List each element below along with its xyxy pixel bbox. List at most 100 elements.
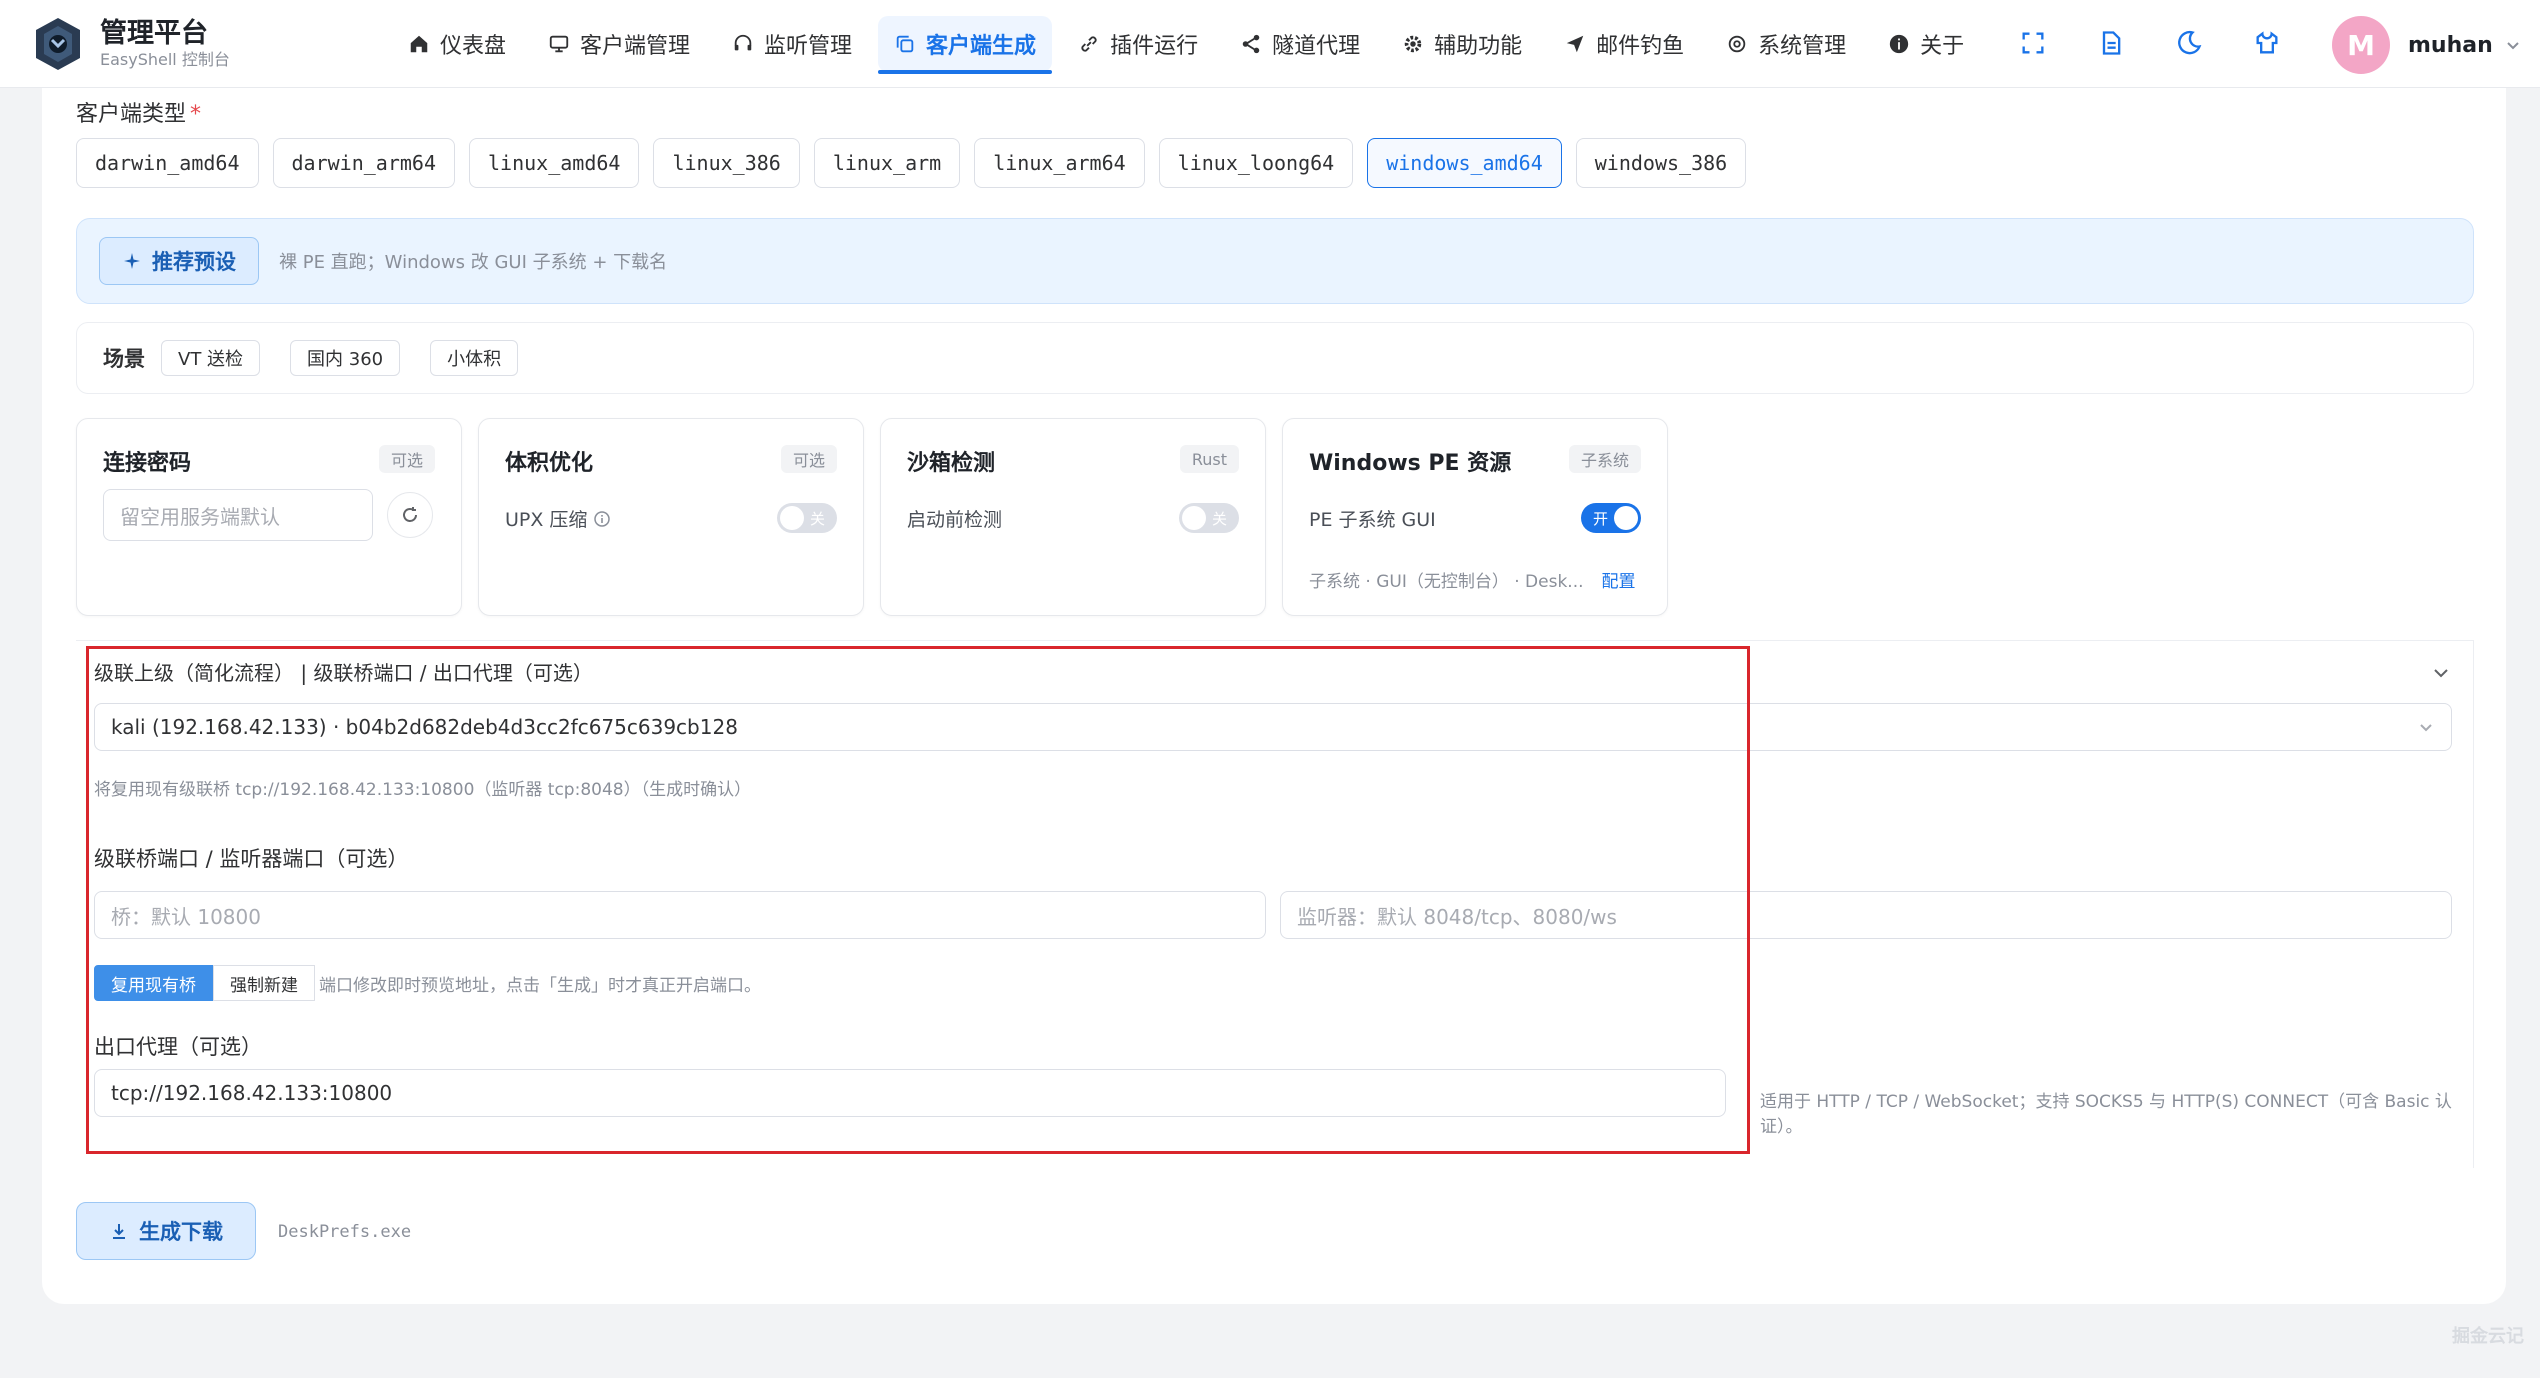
nav-client-management[interactable]: 客户端管理 xyxy=(532,16,706,72)
settings-icon xyxy=(1728,35,1746,53)
parent-select[interactable]: kali (192.168.42.133) · b04b2d682deb4d3c… xyxy=(94,703,2452,751)
card-tag: Rust xyxy=(1179,445,1239,473)
nav-system-management[interactable]: 系统管理 xyxy=(1710,16,1862,72)
nav-client-generate[interactable]: 客户端生成 xyxy=(878,16,1053,74)
shirt-icon xyxy=(2256,31,2278,54)
avatar: M xyxy=(2332,16,2390,74)
type-option-selected[interactable]: windows_amd64 xyxy=(1367,138,1562,188)
sandbox-label: 启动前检测 xyxy=(907,509,1003,531)
card-tag: 可选 xyxy=(378,445,435,473)
cascade-panel: 级联上级（简化流程） | 级联桥端口 / 出口代理（可选） kali (192.… xyxy=(76,640,2474,1168)
upx-label: UPX 压缩 xyxy=(505,509,588,531)
header-tools xyxy=(2016,26,2328,60)
nav-about[interactable]: 关于 xyxy=(1872,16,1980,72)
type-option[interactable]: linux_arm xyxy=(813,138,961,188)
send-icon xyxy=(1566,35,1584,53)
type-option[interactable]: linux_amd64 xyxy=(469,138,640,188)
pe-gui-label: PE 子系统 GUI xyxy=(1309,509,1436,531)
pe-gui-switch[interactable]: 开 xyxy=(1581,503,1641,533)
type-option[interactable]: darwin_arm64 xyxy=(272,138,455,188)
fullscreen-button[interactable] xyxy=(2016,26,2050,60)
generate-download-button[interactable]: 生成下载 xyxy=(76,1202,256,1260)
scene-option-small[interactable]: 小体积 xyxy=(430,340,519,376)
upx-option: UPX 压缩 xyxy=(505,505,611,532)
type-option[interactable]: linux_386 xyxy=(653,138,800,188)
card-title: 体积优化 xyxy=(505,451,594,476)
nav-label: 客户端生成 xyxy=(926,34,1037,59)
cascade-panel-title[interactable]: 级联上级（简化流程） | 级联桥端口 / 出口代理（可选） xyxy=(94,657,593,686)
nav-dashboard[interactable]: 仪表盘 xyxy=(392,16,522,72)
copy-icon xyxy=(896,35,914,53)
listener-port-input[interactable]: 监听器：默认 8048/tcp、8080/ws xyxy=(1280,891,2452,939)
type-option[interactable]: darwin_amd64 xyxy=(76,138,259,188)
main-nav: 仪表盘 客户端管理 监听管理 客户端生成 插件运行 隧道代理 辅助功能 邮件钓鱼… xyxy=(392,0,1990,88)
recommend-preset-button[interactable]: 推荐预设 xyxy=(99,237,259,285)
nav-label: 客户端管理 xyxy=(580,34,691,59)
nav-auxiliary[interactable]: 辅助功能 xyxy=(1386,16,1538,72)
pe-summary-text: 子系统 · GUI（无控制台） · Desk... xyxy=(1309,572,1584,592)
generate-form-card: 客户端类型 * darwin_amd64 darwin_arm64 linux_a… xyxy=(42,88,2506,1304)
force-new-button[interactable]: 强制新建 xyxy=(213,965,315,1001)
client-type-label: 客户端类型 * xyxy=(76,96,201,128)
home-icon xyxy=(410,35,428,53)
nav-plugin-run[interactable]: 插件运行 xyxy=(1062,16,1214,72)
parent-select-value: kali (192.168.42.133) · b04b2d682deb4d3c… xyxy=(111,715,738,739)
card-title: 连接密码 xyxy=(103,451,192,476)
scene-option-360[interactable]: 国内 360 xyxy=(290,340,401,376)
nav-label: 仪表盘 xyxy=(440,34,507,59)
pe-config-link[interactable]: 配置 xyxy=(1602,567,1636,592)
nav-label: 邮件钓鱼 xyxy=(1596,34,1685,59)
preset-bar: 推荐预设 裸 PE 直跑；Windows 改 GUI 子系统 + 下载名 xyxy=(76,218,2474,304)
chevron-down-icon xyxy=(2507,42,2519,50)
theme-toggle-button[interactable] xyxy=(2172,26,2206,60)
brand-subtitle: EasyShell 控制台 xyxy=(100,50,230,69)
link-icon xyxy=(1081,36,1097,52)
user-menu[interactable]: M muhan xyxy=(2332,16,2521,74)
user-name: muhan xyxy=(2408,32,2493,58)
chevron-down-icon[interactable] xyxy=(2431,663,2451,683)
top-header: 管理平台 EasyShell 控制台 仪表盘 客户端管理 监听管理 客户端生成 … xyxy=(0,0,2540,88)
proxy-hint: 适用于 HTTP / TCP / WebSocket；支持 SOCKS5 与 H… xyxy=(1760,1092,2452,1137)
switch-text: 关 xyxy=(810,509,826,528)
switch-knob xyxy=(780,506,804,530)
skin-button[interactable] xyxy=(2250,26,2284,60)
brand[interactable]: 管理平台 EasyShell 控制台 xyxy=(32,16,230,72)
logo-icon xyxy=(36,18,80,70)
reuse-bridge-button[interactable]: 复用现有桥 xyxy=(94,965,213,1001)
refresh-password-button[interactable] xyxy=(387,492,433,538)
nav-label: 隧道代理 xyxy=(1272,34,1361,59)
card-tag: 可选 xyxy=(780,445,837,473)
proxy-input[interactable]: tcp://192.168.42.133:10800 xyxy=(94,1069,1726,1117)
client-type-options: darwin_amd64 darwin_arm64 linux_amd64 li… xyxy=(76,138,1760,188)
switch-knob xyxy=(1614,506,1638,530)
pe-resource-card: Windows PE 资源 子系统 PE 子系统 GUI 开 子系统 · GUI… xyxy=(1282,418,1668,616)
preset-description: 裸 PE 直跑；Windows 改 GUI 子系统 + 下载名 xyxy=(279,252,668,273)
type-option[interactable]: linux_arm64 xyxy=(974,138,1145,188)
scene-option-vt[interactable]: VT 送检 xyxy=(161,340,261,376)
download-filename: DeskPrefs.exe xyxy=(278,1222,412,1242)
nav-tunnel-proxy[interactable]: 隧道代理 xyxy=(1224,16,1376,72)
type-option[interactable]: windows_386 xyxy=(1575,138,1747,188)
type-option[interactable]: linux_loong64 xyxy=(1158,138,1354,188)
sandbox-option: 启动前检测 xyxy=(907,505,1002,532)
password-input[interactable]: 留空用服务端默认 xyxy=(103,489,373,541)
size-optimize-card: 体积优化 可选 UPX 压缩 关 xyxy=(478,418,864,616)
nav-mail-phishing[interactable]: 邮件钓鱼 xyxy=(1548,16,1700,72)
upx-switch[interactable]: 关 xyxy=(777,503,837,533)
docs-button[interactable] xyxy=(2094,26,2128,60)
sandbox-switch[interactable]: 关 xyxy=(1179,503,1239,533)
proxy-label: 出口代理（可选） xyxy=(94,1035,262,1059)
moon-icon xyxy=(2178,30,2202,55)
pe-gui-option: PE 子系统 GUI xyxy=(1309,505,1436,532)
card-tag: 子系统 xyxy=(1568,445,1641,473)
password-card: 连接密码 可选 留空用服务端默认 xyxy=(76,418,462,616)
brand-text: 管理平台 EasyShell 控制台 xyxy=(100,18,230,70)
info-icon xyxy=(1889,34,1909,54)
share-icon xyxy=(1242,34,1260,54)
bridge-port-input[interactable]: 桥：默认 10800 xyxy=(94,891,1266,939)
reuse-hint: 将复用现有级联桥 tcp://192.168.42.133:10800（监听器 … xyxy=(94,780,752,800)
nav-label: 系统管理 xyxy=(1758,34,1847,59)
download-icon xyxy=(113,1224,125,1239)
nav-listener-management[interactable]: 监听管理 xyxy=(716,16,868,72)
gear-icon xyxy=(1404,35,1422,53)
